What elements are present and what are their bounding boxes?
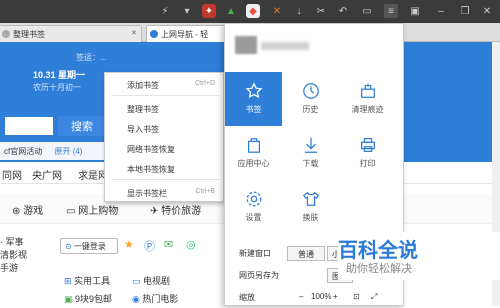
browser-toolbar: ⚡ ▾ ✦ ▲ ◆ ✕ ↓ ✂ ↶ ▭ ≡ ▣ – ❐ ✕ bbox=[0, 0, 500, 23]
close-icon[interactable]: ✕ bbox=[480, 4, 494, 18]
zoom-out-button[interactable]: – bbox=[299, 292, 303, 301]
extension-icon[interactable]: ✦ bbox=[202, 4, 216, 18]
chart-icon[interactable]: ▲ bbox=[224, 4, 238, 18]
download-icon[interactable]: ↓ bbox=[292, 4, 306, 18]
category-item[interactable]: 清影视 bbox=[0, 249, 27, 262]
menu-item-local-restore[interactable]: 本地书签恢复 bbox=[105, 159, 223, 179]
menu-item-organize-bookmarks[interactable]: 整理书签 bbox=[105, 99, 223, 119]
restore-icon[interactable]: ❐ bbox=[458, 4, 472, 18]
dropdown-arrow-icon[interactable]: ▾ bbox=[180, 4, 194, 18]
menu-item-add-bookmark[interactable]: 添加书签 Ctrl+D bbox=[105, 75, 223, 95]
tools-icon[interactable]: ✕ bbox=[270, 4, 284, 18]
mode-normal-button[interactable]: 普通 bbox=[287, 246, 325, 261]
watermark-title: 百科全说 bbox=[338, 240, 418, 262]
chip-left[interactable]: cf官网活动 bbox=[4, 147, 42, 156]
bolt-icon[interactable]: ⚡ bbox=[158, 4, 172, 18]
clipboard-icon[interactable]: ▭ bbox=[360, 4, 374, 18]
watermark-subtitle: 助你轻松解决 bbox=[346, 263, 412, 275]
menu-bookmarks[interactable]: 书签 bbox=[225, 72, 282, 126]
user-header[interactable] bbox=[225, 24, 403, 66]
undo-icon[interactable]: ↶ bbox=[336, 4, 350, 18]
printer-icon bbox=[360, 138, 375, 152]
left-category-list: · 军事 清影视 手游 bbox=[0, 236, 27, 275]
movie-link[interactable]: ◉ 热门电影 bbox=[132, 292, 178, 305]
menu-app-center[interactable]: 应用中心 bbox=[225, 126, 282, 180]
deals-link[interactable]: ▣ 9块9包邮 bbox=[64, 292, 112, 305]
p-icon[interactable]: Ⓟ bbox=[144, 238, 155, 254]
travel-link[interactable]: ✈ 特价旅游 bbox=[150, 202, 201, 217]
fullscreen-icon[interactable]: ⤢ bbox=[371, 292, 377, 302]
chip-row: cf官网活动 原开 (4) bbox=[0, 142, 104, 160]
gear-icon bbox=[246, 191, 261, 207]
ie-icon bbox=[150, 30, 158, 38]
zoom-row: 缩放 – 100% + ⊡ ⤢ bbox=[225, 288, 403, 308]
username-blurred bbox=[261, 42, 309, 50]
menu-history[interactable]: 历史 bbox=[282, 72, 339, 126]
lunar-text: 农历十月初一 bbox=[33, 83, 81, 92]
clock-icon bbox=[302, 83, 319, 99]
nav-link[interactable]: 同网 bbox=[2, 167, 22, 182]
page-icon bbox=[2, 30, 10, 38]
menu-grid: 书签 历史 清理痕迹 应用中心 下载 打印 设置 换肤 bbox=[225, 72, 403, 232]
tab-label: 上网导航 - 轻 bbox=[161, 30, 209, 39]
bookmark-submenu: 添加书签 Ctrl+D 整理书签 导入书签 网络书签恢复 本地书签恢复 显示书签栏… bbox=[104, 72, 224, 202]
save-as-label[interactable]: 网页另存为 bbox=[239, 270, 279, 281]
menu-settings[interactable]: 设置 bbox=[225, 180, 282, 234]
broom-icon bbox=[360, 83, 375, 98]
nav-link[interactable]: 央广网 bbox=[32, 167, 62, 182]
sidebar-icon[interactable]: ▣ bbox=[408, 4, 422, 18]
divider bbox=[111, 95, 219, 96]
games-link[interactable]: ⊛ 游戏 bbox=[12, 202, 43, 217]
category-item[interactable]: · 军事 bbox=[0, 236, 26, 249]
menu-icon[interactable]: ≡ bbox=[384, 4, 398, 18]
weibo-icon[interactable]: ✉ bbox=[164, 238, 173, 251]
minimize-icon[interactable]: – bbox=[434, 4, 448, 18]
menu-skins[interactable]: 换肤 bbox=[282, 180, 339, 234]
zoom-value: 100% bbox=[311, 292, 332, 301]
date-text: 10.31 星期一 bbox=[33, 70, 86, 80]
menu-item-show-bookmark-bar[interactable]: 显示书签栏 Ctrl+B bbox=[105, 183, 223, 203]
shopping-link[interactable]: ▭ 网上购物 bbox=[66, 202, 118, 217]
zoom-label: 缩放 bbox=[239, 293, 255, 302]
avatar bbox=[235, 36, 257, 54]
category-item[interactable]: 手游 bbox=[0, 262, 26, 275]
menu-item-network-restore[interactable]: 网络书签恢复 bbox=[105, 139, 223, 159]
menu-downloads[interactable]: 下载 bbox=[282, 126, 339, 180]
bag-icon bbox=[247, 138, 260, 153]
divider bbox=[111, 179, 219, 180]
tv-link[interactable]: ▭ 电视剧 bbox=[132, 274, 170, 287]
tab-bookmarks[interactable]: 整理书签 ✕ bbox=[0, 25, 142, 42]
one-click-login-button[interactable]: ⊙ 一键登录 bbox=[60, 238, 118, 254]
menu-item-import-bookmarks[interactable]: 导入书签 bbox=[105, 119, 223, 139]
app-icon[interactable]: ◆ bbox=[246, 4, 260, 18]
chip-right[interactable]: 原开 (4) bbox=[54, 147, 82, 156]
tab-navigation[interactable]: 上网导航 - 轻 bbox=[146, 25, 226, 42]
download-icon bbox=[304, 137, 317, 153]
lock-icon[interactable]: ⊡ bbox=[353, 292, 360, 301]
scissors-icon[interactable]: ✂ bbox=[314, 4, 328, 18]
new-window-label[interactable]: 新建窗口 bbox=[239, 248, 271, 259]
tools-link[interactable]: ⊞ 实用工具 bbox=[64, 274, 110, 287]
close-tab-icon[interactable]: ✕ bbox=[131, 29, 137, 37]
bottom-links: ⊞ 实用工具 ▭ 电视剧 ▣ 9块9包邮 ◉ 热门电影 bbox=[58, 274, 188, 306]
search-input[interactable] bbox=[4, 116, 54, 136]
star-icon bbox=[245, 82, 262, 99]
star-icon[interactable]: ★ bbox=[124, 238, 134, 251]
wechat-icon[interactable]: ◎ bbox=[186, 238, 196, 251]
watermark: 百科全说 助你轻松解决 bbox=[338, 232, 500, 280]
shirt-icon bbox=[302, 191, 319, 206]
menu-print[interactable]: 打印 bbox=[339, 126, 396, 180]
zoom-in-button[interactable]: + bbox=[333, 292, 338, 301]
weather-text: 签运：... bbox=[76, 53, 107, 62]
menu-clear-traces[interactable]: 清理痕迹 bbox=[339, 72, 396, 126]
search-button[interactable]: 搜索 bbox=[58, 116, 106, 136]
tab-label: 整理书签 bbox=[13, 30, 45, 39]
